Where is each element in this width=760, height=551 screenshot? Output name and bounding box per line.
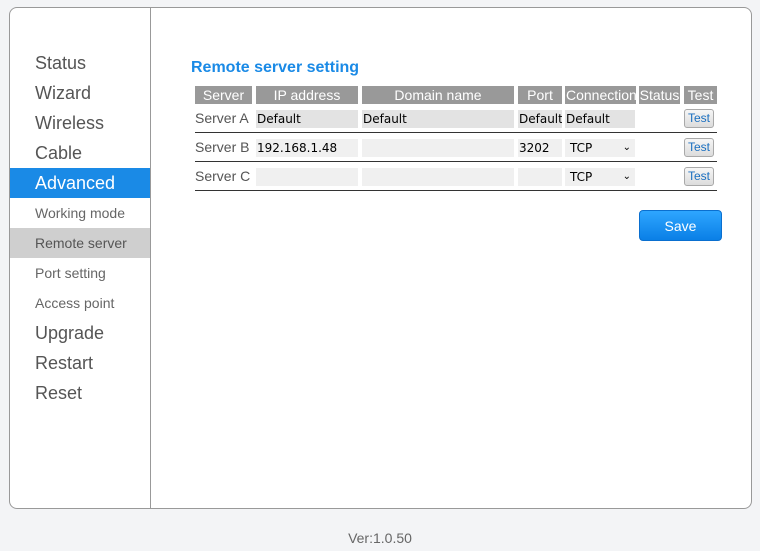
server-b-ip-field[interactable]: 192.168.1.48 <box>256 139 358 157</box>
server-a-label: Server A <box>195 110 249 126</box>
server-b-status <box>639 139 680 157</box>
server-a-test-button[interactable]: Test <box>684 109 714 128</box>
sidebar-item-reset[interactable]: Reset <box>10 378 150 408</box>
table-header: Server IP address Domain name Port Conne… <box>195 86 717 104</box>
server-c-label: Server C <box>195 168 251 184</box>
content-area: Remote server setting Server IP address … <box>151 8 751 508</box>
sidebar-item-remote-server[interactable]: Remote server <box>10 228 150 258</box>
server-b-test-button[interactable]: Test <box>684 138 714 157</box>
server-a-connection-field[interactable]: Default <box>565 110 635 128</box>
server-c-ip-field[interactable] <box>256 168 358 186</box>
header-ip-address: IP address <box>256 86 358 104</box>
server-a-port-field[interactable]: Default <box>518 110 562 128</box>
sidebar-item-restart[interactable]: Restart <box>10 348 150 378</box>
server-b-connection-select[interactable]: TCP ⌄ <box>565 139 635 157</box>
sidebar-item-wireless[interactable]: Wireless <box>10 108 150 138</box>
header-domain-name: Domain name <box>362 86 514 104</box>
sidebar-item-advanced[interactable]: Advanced <box>10 168 150 198</box>
server-b-port-field[interactable]: 3202 <box>518 139 562 157</box>
table-row-server-b: Server B 192.168.1.48 3202 TCP ⌄ Test <box>195 133 717 162</box>
server-b-label: Server B <box>195 139 250 155</box>
header-connection: Connection <box>565 86 636 104</box>
server-b-connection-value: TCP <box>570 141 593 155</box>
header-port: Port <box>518 86 562 104</box>
sidebar-item-port-setting[interactable]: Port setting <box>10 258 150 288</box>
server-a-domain-field[interactable]: Default <box>362 110 514 128</box>
sidebar-nav: Status Wizard Wireless Cable Advanced Wo… <box>10 48 150 408</box>
main-frame: Status Wizard Wireless Cable Advanced Wo… <box>9 7 752 509</box>
table-row-server-a: Server A Default Default Default Default… <box>195 104 717 133</box>
sidebar-item-access-point[interactable]: Access point <box>10 288 150 318</box>
server-b-domain-field[interactable] <box>362 139 514 157</box>
server-a-status <box>639 110 680 128</box>
sidebar-item-cable[interactable]: Cable <box>10 138 150 168</box>
server-c-test-button[interactable]: Test <box>684 167 714 186</box>
version-label: Ver:1.0.50 <box>348 530 412 546</box>
sidebar-item-wizard[interactable]: Wizard <box>10 78 150 108</box>
chevron-down-icon: ⌄ <box>622 142 631 153</box>
sidebar-item-working-mode[interactable]: Working mode <box>10 198 150 228</box>
server-c-port-field[interactable] <box>518 168 562 186</box>
header-status: Status <box>639 86 680 104</box>
save-button[interactable]: Save <box>639 210 722 241</box>
server-table: Server IP address Domain name Port Conne… <box>195 86 717 191</box>
header-test: Test <box>684 86 717 104</box>
server-c-domain-field[interactable] <box>362 168 514 186</box>
sidebar-item-upgrade[interactable]: Upgrade <box>10 318 150 348</box>
page-title: Remote server setting <box>191 59 360 76</box>
server-a-ip-field[interactable]: Default <box>256 110 358 128</box>
server-c-connection-select[interactable]: TCP ⌄ <box>565 168 635 186</box>
table-row-server-c: Server C TCP ⌄ Test <box>195 162 717 191</box>
chevron-down-icon: ⌄ <box>622 171 631 182</box>
server-c-connection-value: TCP <box>570 170 593 184</box>
sidebar-item-status[interactable]: Status <box>10 48 150 78</box>
sidebar: Status Wizard Wireless Cable Advanced Wo… <box>10 8 151 508</box>
server-c-status <box>639 168 680 186</box>
header-server: Server <box>195 86 252 104</box>
